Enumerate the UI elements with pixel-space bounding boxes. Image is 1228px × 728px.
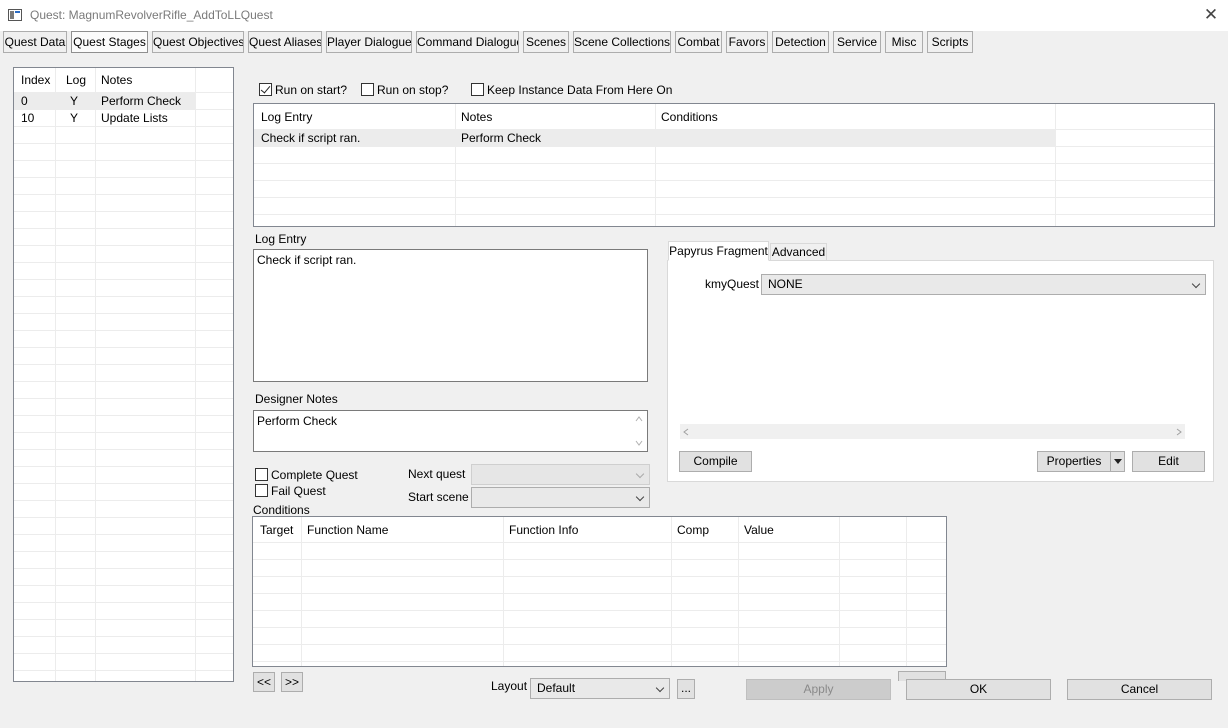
stage-notes: Update Lists — [101, 111, 168, 125]
designer-notes-text: Perform Check — [257, 414, 338, 428]
fail-quest-checkbox[interactable] — [255, 484, 268, 497]
scroll-right-icon[interactable] — [1176, 428, 1182, 436]
tab-command-dialogue[interactable]: Command Dialogue — [416, 31, 519, 53]
kmyquest-dropdown[interactable]: NONE — [761, 274, 1206, 295]
chevron-down-icon — [1191, 279, 1201, 289]
stage-notes: Perform Check — [101, 94, 182, 108]
column-header-notes[interactable]: Notes — [101, 73, 132, 87]
previous-stage-button[interactable]: << — [253, 672, 275, 692]
notes-cell: Perform Check — [461, 131, 542, 145]
conditions-table[interactable]: Target Function Name Function Info Comp … — [252, 516, 947, 667]
start-scene-dropdown[interactable] — [471, 487, 650, 508]
compile-button[interactable]: Compile — [679, 451, 752, 472]
properties-dropdown-toggle[interactable] — [1110, 452, 1124, 471]
column-header-function-info[interactable]: Function Info — [509, 523, 578, 537]
log-entry-cell: Check if script ran. — [261, 131, 361, 145]
properties-label: Properties — [1046, 454, 1102, 468]
next-quest-label: Next quest — [408, 467, 466, 481]
column-header-notes[interactable]: Notes — [461, 110, 492, 124]
caret-down-icon — [1114, 459, 1122, 464]
tab-player-dialogue[interactable]: Player Dialogue — [326, 31, 412, 53]
kmyquest-value: NONE — [768, 277, 803, 291]
log-entry-label: Log Entry — [255, 232, 307, 246]
complete-quest-checkbox[interactable] — [255, 468, 268, 481]
scroll-left-icon[interactable] — [683, 428, 689, 436]
tab-advanced[interactable]: Advanced — [770, 243, 827, 261]
properties-button[interactable]: Properties — [1037, 451, 1125, 472]
selected-row-highlight — [254, 130, 1055, 146]
designer-notes-textarea[interactable]: Perform Check — [253, 410, 648, 452]
title-bar: Quest: MagnumRevolverRifle_AddToLLQuest … — [0, 0, 1228, 31]
tab-misc[interactable]: Misc — [885, 31, 923, 53]
fail-quest-label: Fail Quest — [271, 484, 326, 498]
layout-value: Default — [537, 681, 576, 695]
conditions-label: Conditions — [253, 503, 310, 517]
tab-quest-objectives[interactable]: Quest Objectives — [152, 31, 244, 53]
next-quest-dropdown[interactable] — [471, 464, 650, 485]
chevron-down-icon — [635, 469, 645, 479]
stage-index: 0 — [21, 94, 28, 108]
tab-scripts[interactable]: Scripts — [927, 31, 973, 53]
kmyquest-label: kmyQuest — [705, 277, 760, 291]
stage-log: Y — [70, 111, 79, 125]
column-header-index[interactable]: Index — [21, 73, 50, 87]
edit-button[interactable]: Edit — [1132, 451, 1205, 472]
next-stage-button[interactable]: >> — [281, 672, 303, 692]
column-header-log-entry[interactable]: Log Entry — [261, 110, 312, 124]
start-scene-label: Start scene — [408, 490, 469, 504]
stage-list[interactable]: Index Log Notes 0 Y Perform Check 10 Y U… — [13, 67, 234, 682]
scroll-down-icon[interactable] — [635, 440, 643, 446]
tab-scenes[interactable]: Scenes — [523, 31, 569, 53]
cancel-button[interactable]: Cancel — [1067, 679, 1212, 700]
close-icon[interactable]: ✕ — [1194, 0, 1228, 31]
scroll-up-icon[interactable] — [635, 416, 643, 422]
column-header-value[interactable]: Value — [744, 523, 774, 537]
window-icon — [8, 9, 22, 21]
chevron-down-icon — [655, 683, 665, 693]
tab-favors[interactable]: Favors — [726, 31, 768, 53]
complete-quest-label: Complete Quest — [271, 468, 358, 482]
tab-papyrus-fragment[interactable]: Papyrus Fragment — [668, 241, 769, 261]
tab-scene-collections[interactable]: Scene Collections — [573, 31, 671, 53]
run-on-stop-label: Run on stop? — [377, 83, 449, 97]
keep-instance-label: Keep Instance Data From Here On — [487, 83, 673, 97]
fragment-panel: kmyQuest NONE Compile Properties Edit — [667, 260, 1214, 482]
column-header-target[interactable]: Target — [260, 523, 293, 537]
tab-detection[interactable]: Detection — [772, 31, 829, 53]
tab-quest-stages[interactable]: Quest Stages — [71, 31, 148, 53]
layout-label: Layout — [491, 679, 528, 693]
tab-quest-aliases[interactable]: Quest Aliases — [248, 31, 322, 53]
log-entries-table[interactable]: Log Entry Notes Conditions Check if scri… — [253, 103, 1215, 227]
apply-button[interactable]: Apply — [746, 679, 891, 700]
tab-service[interactable]: Service — [833, 31, 881, 53]
tab-combat[interactable]: Combat — [675, 31, 722, 53]
column-header-comp[interactable]: Comp — [677, 523, 709, 537]
chevron-down-icon — [635, 492, 645, 502]
window-title: Quest: MagnumRevolverRifle_AddToLLQuest — [30, 8, 273, 22]
log-entry-textarea[interactable]: Check if script ran. — [253, 249, 648, 382]
layout-more-button[interactable]: ... — [677, 679, 695, 699]
column-header-log[interactable]: Log — [66, 73, 86, 87]
keep-instance-checkbox[interactable] — [471, 83, 484, 96]
run-on-start-checkbox[interactable] — [259, 83, 272, 96]
ok-button[interactable]: OK — [906, 679, 1051, 700]
column-header-conditions[interactable]: Conditions — [661, 110, 718, 124]
run-on-stop-checkbox[interactable] — [361, 83, 374, 96]
stage-log: Y — [70, 94, 79, 108]
stage-index: 10 — [21, 111, 35, 125]
designer-notes-label: Designer Notes — [255, 392, 338, 406]
column-header-function-name[interactable]: Function Name — [307, 523, 388, 537]
run-on-start-label: Run on start? — [275, 83, 348, 97]
layout-dropdown[interactable]: Default — [530, 678, 670, 699]
horizontal-scrollbar[interactable] — [680, 424, 1185, 439]
tab-quest-data[interactable]: Quest Data — [3, 31, 67, 53]
